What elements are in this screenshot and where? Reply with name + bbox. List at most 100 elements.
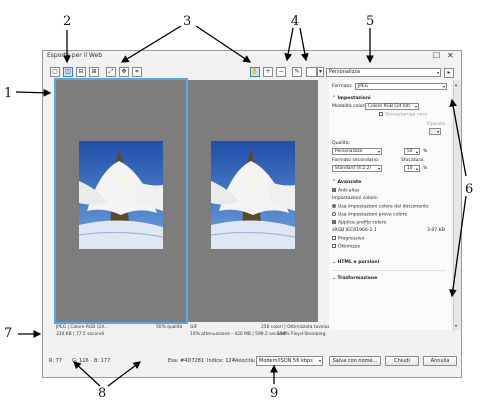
close-icon[interactable]: ✕ (447, 51, 454, 60)
settings-section-header[interactable]: ⌃ Impostazioni (332, 96, 371, 101)
radio-dot (332, 204, 336, 208)
zoom-in-icon[interactable]: + (263, 67, 273, 77)
callout-4: 4 (291, 14, 300, 29)
eyedropper-icon[interactable]: ✎ (292, 67, 302, 77)
color-mode-value: Colore RGB (24 bit) (368, 104, 411, 109)
preview-pane-left[interactable] (54, 78, 188, 324)
right-pane-info-colors: 256 colori | Ottimizzata tavolozza (261, 325, 335, 330)
opacity-input[interactable]: ▾ (429, 128, 441, 135)
quality-value: 50 (407, 149, 413, 154)
green-value: G: 116 (72, 358, 89, 364)
divider (332, 270, 446, 271)
quality-preset-value: Personalizza (335, 149, 363, 154)
callout-9: 9 (270, 386, 279, 401)
color-mode-select[interactable]: Colore RGB (24 bit) ▾ (365, 103, 419, 110)
format-select[interactable]: JPEG ▾ (355, 83, 447, 90)
left-pane-info-quality: 50% qualità (156, 325, 183, 330)
quality-input[interactable]: 50 ▴ (404, 148, 420, 155)
export-dialog: Esporta per il Web ☐ ✕ ▢ ◫ ⊟ ⊞ ⤢ ✥ ⌗ ✋ +… (42, 50, 462, 378)
advanced-section-header[interactable]: ⌃ Avanzate (332, 180, 361, 185)
anti-alias-checkbox[interactable]: Anti-alias (332, 188, 359, 194)
callout-8: 8 (98, 386, 107, 401)
preview-image-right (211, 141, 295, 249)
color-swatch-icon[interactable] (306, 67, 317, 77)
maximize-icon[interactable]: ☐ (433, 51, 440, 60)
next-icon[interactable]: ▸ (444, 68, 454, 78)
sub-format-label: Formato secondario: (332, 158, 380, 163)
chevron-down-icon: ▾ (318, 358, 321, 363)
progressive-label: Progressivo (338, 236, 365, 242)
overprint-black-label: Sovrastampa nero (385, 112, 428, 118)
save-as-button[interactable]: Salva con nome... (329, 356, 381, 366)
zoom-out-icon[interactable]: − (276, 67, 286, 77)
crop-icon[interactable]: ⌗ (132, 67, 142, 77)
blue-value: B: 177 (94, 358, 111, 364)
scroll-down-icon[interactable]: ▾ (455, 323, 457, 328)
html-section-title: HTML e porzioni (337, 260, 380, 265)
hand-icon[interactable]: ✋ (250, 67, 260, 77)
callout-7: 7 (4, 326, 13, 341)
callout-3: 3 (183, 14, 192, 29)
chevron-down-icon: ▾ (414, 104, 417, 109)
index-value: Indice: 124 (207, 358, 235, 364)
blur-value: 10 (407, 166, 413, 171)
transform-section-header[interactable]: ⌄ Trasformazione (332, 276, 377, 281)
optimize-label: Ottimizza (338, 244, 360, 250)
blur-label: Sfocatura: (401, 158, 425, 163)
profile-size: 3.07 KB (427, 228, 445, 233)
right-pane-info-2: 10% attenuazione - 420 MB | 599.2 second… (190, 332, 287, 337)
sub-format-value: Standard (4:2:2) (335, 166, 372, 171)
checkbox-box (332, 236, 336, 240)
optimize-checkbox[interactable]: Ottimizza (332, 244, 360, 250)
overprint-black-checkbox[interactable]: Sovrastampa nero (379, 112, 427, 118)
callout-6: 6 (465, 182, 474, 197)
pan-icon[interactable]: ✥ (119, 67, 129, 77)
blur-input[interactable]: 10 ▴ (404, 165, 420, 172)
profile-name: sRGB IEC61966-2.1 (332, 228, 377, 233)
checkbox-box (332, 244, 336, 248)
stepper-icon: ▴ (415, 166, 418, 171)
chevron-down-icon: ▾ (442, 84, 445, 89)
preview-image-left (79, 141, 163, 249)
quality-preset-select[interactable]: Personalizza ▾ (332, 148, 382, 155)
callout-5: 5 (366, 14, 375, 29)
hex-value: Esa: #4D7281 (168, 358, 205, 364)
use-doc-color-label: Usa impostazioni colore del documento (338, 204, 429, 210)
vertical-split-icon[interactable]: ⊟ (76, 67, 86, 77)
scroll-up-icon[interactable]: ▴ (455, 82, 457, 87)
transform-section-title: Trasformazione (337, 276, 378, 281)
settings-section-title: Impostazioni (337, 96, 371, 101)
preview-pane-right[interactable] (188, 80, 318, 322)
right-pane-info-dither: 100% Floyd-Steinberg (277, 332, 326, 337)
advanced-section-title: Avanzate (337, 180, 362, 185)
format-label: Formato: (332, 84, 353, 89)
sub-format-select[interactable]: Standard (4:2:2) ▾ (332, 165, 382, 172)
use-proof-color-label: Usa impostazioni prova colore (338, 212, 408, 218)
quad-view-icon[interactable]: ⊞ (89, 67, 99, 77)
anti-alias-label: Anti-alias (338, 188, 360, 194)
preset-select[interactable]: Personalizza ▾ (326, 68, 441, 77)
dropdown-icon[interactable]: ▾ (317, 67, 324, 77)
fit-icon[interactable]: ⤢ (106, 67, 116, 77)
callout-2: 2 (63, 14, 72, 29)
chevron-down-icon: ▾ (436, 129, 439, 134)
apply-profile-label: Applica profilo colore (338, 220, 387, 226)
color-settings-label: Impostazioni colore: (332, 196, 379, 201)
apply-profile-checkbox[interactable]: Applica profilo colore (332, 220, 386, 226)
chevron-down-icon: ▾ (436, 70, 439, 75)
use-proof-color-radio[interactable]: Usa impostazioni prova colore (332, 212, 407, 218)
dual-view-icon[interactable]: ◫ (63, 67, 73, 77)
settings-scrollbar[interactable]: ▴ ▾ (453, 80, 461, 330)
cancel-button[interactable]: Annulla (423, 356, 457, 366)
radio-dot (332, 212, 336, 216)
settings-panel: Formato: JPEG ▾ ⌃ Impostazioni Modalità c… (329, 80, 451, 330)
speed-select[interactable]: Modem/ISDN 56 kbps ▾ (256, 356, 323, 366)
red-value: R: 77 (49, 358, 62, 364)
progressive-checkbox[interactable]: Progressivo (332, 236, 364, 242)
right-pane-info-1: GIF (190, 325, 198, 330)
html-section-header[interactable]: ⌄ HTML e porzioni (332, 260, 379, 265)
speed-select-value: Modem/ISDN 56 kbps (259, 358, 313, 364)
single-view-icon[interactable]: ▢ (50, 67, 60, 77)
use-doc-color-radio[interactable]: Usa impostazioni colore del documento (332, 204, 429, 210)
close-button[interactable]: Chiudi (385, 356, 419, 366)
